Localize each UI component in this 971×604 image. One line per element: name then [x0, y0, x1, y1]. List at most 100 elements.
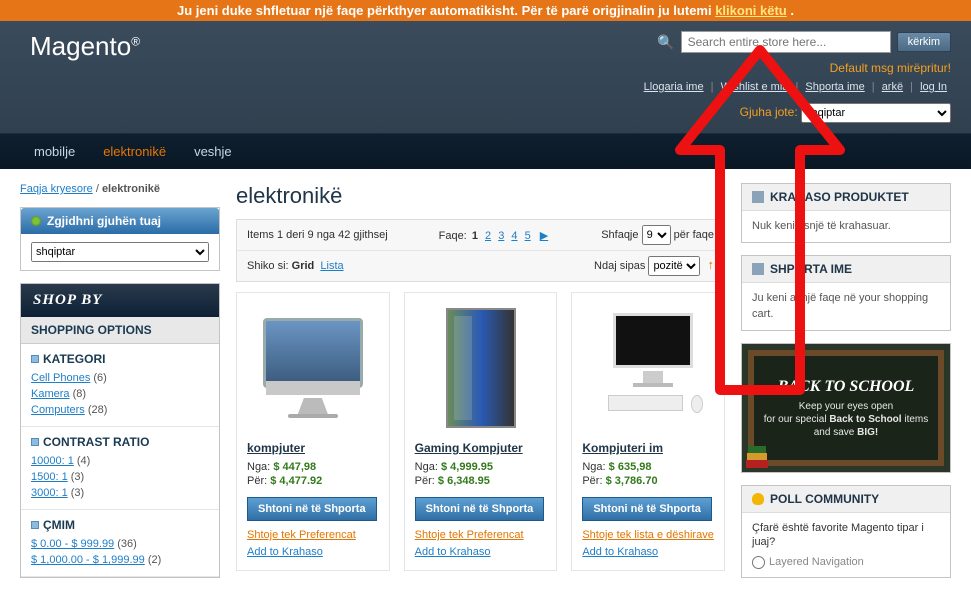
banner-text-after: . — [790, 3, 794, 18]
link-cart[interactable]: Shporta ime — [805, 81, 864, 93]
filter-link[interactable]: $ 1,000.00 - $ 1,999.99 — [31, 554, 145, 566]
filter-link[interactable]: Cell Phones — [31, 372, 90, 384]
nav-item-apparel[interactable]: veshje — [180, 134, 246, 169]
price-to: $ 6,348.95 — [438, 475, 490, 487]
page-link[interactable]: 2 — [485, 230, 491, 242]
sort-by: Ndaj sipas pozitë ↑ — [594, 256, 714, 276]
compare-icon — [752, 191, 764, 203]
link-checkout[interactable]: arkë — [882, 81, 903, 93]
price-to: $ 3,786.70 — [606, 475, 658, 487]
add-to-cart-button[interactable]: Shtoni në të Shporta — [415, 497, 545, 521]
page-current: 1 — [472, 230, 478, 242]
breadcrumbs: Faqja kryesore / elektronikë — [20, 183, 220, 195]
per-page: Shfaqje 9 për faqe — [601, 225, 714, 245]
breadcrumb-current: elektronikë — [102, 183, 160, 195]
sort-select[interactable]: pozitë — [648, 256, 700, 276]
filter-category: KATEGORI Cell Phones (6) Kamera (8) Comp… — [21, 344, 219, 427]
add-compare-link[interactable]: Add to Krahaso — [247, 544, 379, 561]
add-compare-link[interactable]: Add to Krahaso — [415, 544, 547, 561]
page-title: elektronikë — [236, 183, 725, 209]
filter-link[interactable]: 1500: 1 — [31, 471, 68, 483]
translation-banner: Ju jeni duke shfletuar një faqe përkthye… — [0, 0, 971, 21]
promo-title: BACK TO SCHOOL — [778, 378, 915, 396]
banner-link[interactable]: klikoni këtu — [715, 3, 787, 18]
promo-text: Keep your eyes open for our special Back… — [760, 400, 932, 439]
cart-icon — [752, 263, 764, 275]
compare-block: KRAHASO PRODUKTET Nuk keni asnjë të krah… — [741, 183, 951, 243]
link-account[interactable]: Llogaria ime — [644, 81, 704, 93]
top-links: Llogaria ime | Wishlist e mia | Shporta … — [640, 81, 951, 93]
add-wishlist-link[interactable]: Shtoje tek lista e dëshirave — [582, 527, 714, 544]
view-mode: Shiko si: Grid Lista — [247, 260, 344, 272]
add-to-cart-button[interactable]: Shtoni në të Shporta — [247, 497, 377, 521]
compare-empty: Nuk keni asnjë të krahasuar. — [742, 211, 950, 242]
product-card: kompjuter Nga: $ 447,98 Për: $ 4,477.92 … — [236, 292, 390, 571]
products-grid: kompjuter Nga: $ 447,98 Për: $ 4,477.92 … — [236, 292, 725, 571]
lang-select-header[interactable]: shqiptar — [801, 103, 951, 123]
breadcrumb-home[interactable]: Faqja kryesore — [20, 183, 93, 195]
poll-block: POLL COMMUNITY Çfarë është favorite Mage… — [741, 485, 951, 578]
search-icon: 🔍 — [657, 34, 674, 51]
link-login[interactable]: log In — [920, 81, 947, 93]
price-icon — [31, 521, 39, 529]
filter-contrast: CONTRAST RATIO 10000: 1 (4) 1500: 1 (3) … — [21, 427, 219, 510]
toolbar: Items 1 deri 9 nga 42 gjithsej Faqe: 1 2… — [236, 219, 725, 282]
logo-text: Magento® — [30, 31, 140, 62]
shop-by-block: SHOP BY SHOPPING OPTIONS KATEGORI Cell P… — [20, 283, 220, 578]
nav-item-electronics[interactable]: elektronikë — [89, 134, 180, 169]
cart-block-title: SHPORTA IME — [742, 256, 950, 283]
language-block: Zgjidhni gjuhën tuaj shqiptar — [20, 207, 220, 271]
header-language: Gjuha jote: shqiptar — [20, 103, 951, 123]
poll-block-title: POLL COMMUNITY — [742, 486, 950, 513]
globe-icon — [31, 216, 41, 226]
welcome-message: Default msg mirëpritur! — [640, 61, 951, 75]
filter-link[interactable]: 3000: 1 — [31, 487, 68, 499]
nav-item-furniture[interactable]: mobilje — [20, 134, 89, 169]
shopping-options-title: SHOPPING OPTIONS — [21, 317, 219, 344]
header: Magento® 🔍 kërkim Default msg mirëpritur… — [0, 21, 971, 133]
page-link[interactable]: 4 — [511, 230, 517, 242]
page-next-icon[interactable]: ▶ — [540, 230, 548, 242]
search-form: 🔍 kërkim — [640, 31, 951, 53]
main-nav: mobilje elektronikë veshje — [0, 133, 971, 169]
poll-option[interactable]: Layered Navigation — [752, 556, 940, 569]
contrast-icon — [31, 438, 39, 446]
poll-radio[interactable] — [752, 556, 765, 569]
filter-link[interactable]: $ 0.00 - $ 999.99 — [31, 538, 114, 550]
price-from: $ 4,999.95 — [441, 461, 493, 473]
add-to-cart-button[interactable]: Shtoni në të Shporta — [582, 497, 712, 521]
page-link[interactable]: 5 — [525, 230, 531, 242]
category-icon — [31, 355, 39, 363]
view-list-link[interactable]: Lista — [320, 260, 343, 272]
filter-link[interactable]: Kamera — [31, 388, 70, 400]
cart-block: SHPORTA IME Ju keni asnjë faqe në your s… — [741, 255, 951, 331]
product-name-link[interactable]: Kompjuteri im — [582, 441, 663, 455]
product-name-link[interactable]: kompjuter — [247, 441, 305, 455]
add-compare-link[interactable]: Add to Krahaso — [582, 544, 714, 561]
filter-link[interactable]: Computers — [31, 404, 85, 416]
add-wishlist-link[interactable]: Shtoje tek Preferencat — [415, 527, 547, 544]
sort-direction-icon[interactable]: ↑ — [708, 257, 715, 272]
filter-link[interactable]: 10000: 1 — [31, 455, 74, 467]
promo-back-to-school[interactable]: BACK TO SCHOOL Keep your eyes open for o… — [741, 343, 951, 473]
product-image[interactable] — [247, 303, 379, 433]
view-grid: Grid — [292, 260, 315, 272]
filter-price: ÇMIM $ 0.00 - $ 999.99 (36) $ 1,000.00 -… — [21, 510, 219, 577]
lang-select-sidebar[interactable]: shqiptar — [31, 242, 209, 262]
product-image[interactable] — [582, 303, 714, 433]
search-input[interactable] — [681, 31, 891, 53]
shop-by-title: SHOP BY — [21, 284, 219, 317]
search-button[interactable]: kërkim — [897, 32, 951, 52]
link-wishlist[interactable]: Wishlist e mia — [721, 81, 789, 93]
price-to: $ 4,477.92 — [270, 475, 322, 487]
language-block-title: Zgjidhni gjuhën tuaj — [21, 208, 219, 234]
logo[interactable]: Magento® — [20, 31, 140, 62]
compare-block-title: KRAHASO PRODUKTET — [742, 184, 950, 211]
page-link[interactable]: 3 — [498, 230, 504, 242]
pager: Faqe: 1 2 3 4 5 ▶ — [439, 229, 551, 242]
add-wishlist-link[interactable]: Shtoje tek Preferencat — [247, 527, 379, 544]
product-name-link[interactable]: Gaming Kompjuter — [415, 441, 523, 455]
lang-label: Gjuha jote: — [740, 105, 798, 119]
product-image[interactable] — [415, 303, 547, 433]
per-page-select[interactable]: 9 — [642, 225, 671, 245]
